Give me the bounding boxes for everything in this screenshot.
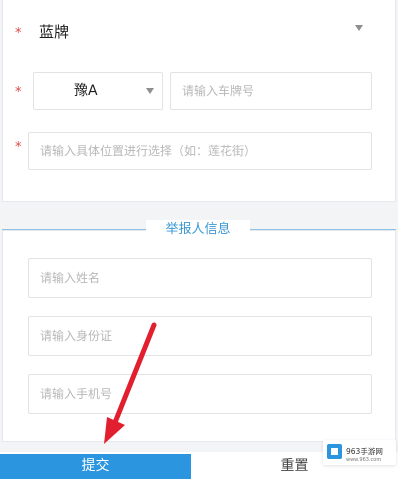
location-placeholder: 请输入具体位置进行选择（如：莲花街） [40, 144, 257, 158]
section-divider-right [250, 229, 396, 230]
chevron-down-icon [355, 25, 363, 31]
reporter-phone-placeholder: 请输入手机号 [40, 387, 113, 401]
report-form-screen: * 蓝牌 * 豫A 请输入车牌号 * 请输入具体位置进行选择（如：莲花街） 举报… [0, 0, 398, 479]
plate-number-input[interactable]: 请输入车牌号 [170, 72, 372, 110]
watermark-name: 963手游网 [346, 446, 383, 456]
required-mark: * [15, 140, 22, 155]
province-select[interactable]: 豫A [33, 72, 163, 110]
section-divider-left [2, 229, 146, 230]
reporter-id-card-placeholder: 请输入身份证 [40, 329, 113, 343]
submit-button[interactable]: 提交 [0, 454, 191, 479]
reporter-name-placeholder: 请输入姓名 [40, 271, 101, 285]
plate-color-select[interactable]: 蓝牌 [28, 12, 374, 52]
site-watermark: 963手游网 www.963.com [323, 440, 396, 465]
plate-number-placeholder: 请输入车牌号 [182, 84, 255, 98]
plate-color-value: 蓝牌 [39, 23, 70, 41]
reporter-section-title: 举报人信息 [146, 220, 250, 240]
location-input[interactable]: 请输入具体位置进行选择（如：莲花街） [28, 132, 372, 170]
reporter-id-card-input[interactable]: 请输入身份证 [28, 316, 372, 356]
reporter-phone-input[interactable]: 请输入手机号 [28, 374, 372, 414]
watermark-url: www.963.com [346, 457, 381, 463]
chevron-down-icon [146, 88, 154, 94]
reporter-name-input[interactable]: 请输入姓名 [28, 258, 372, 298]
watermark-logo: 963手游网 www.963.com [327, 444, 383, 463]
province-value: 豫A [74, 83, 98, 99]
required-mark: * [15, 85, 22, 100]
required-mark: * [15, 26, 22, 41]
